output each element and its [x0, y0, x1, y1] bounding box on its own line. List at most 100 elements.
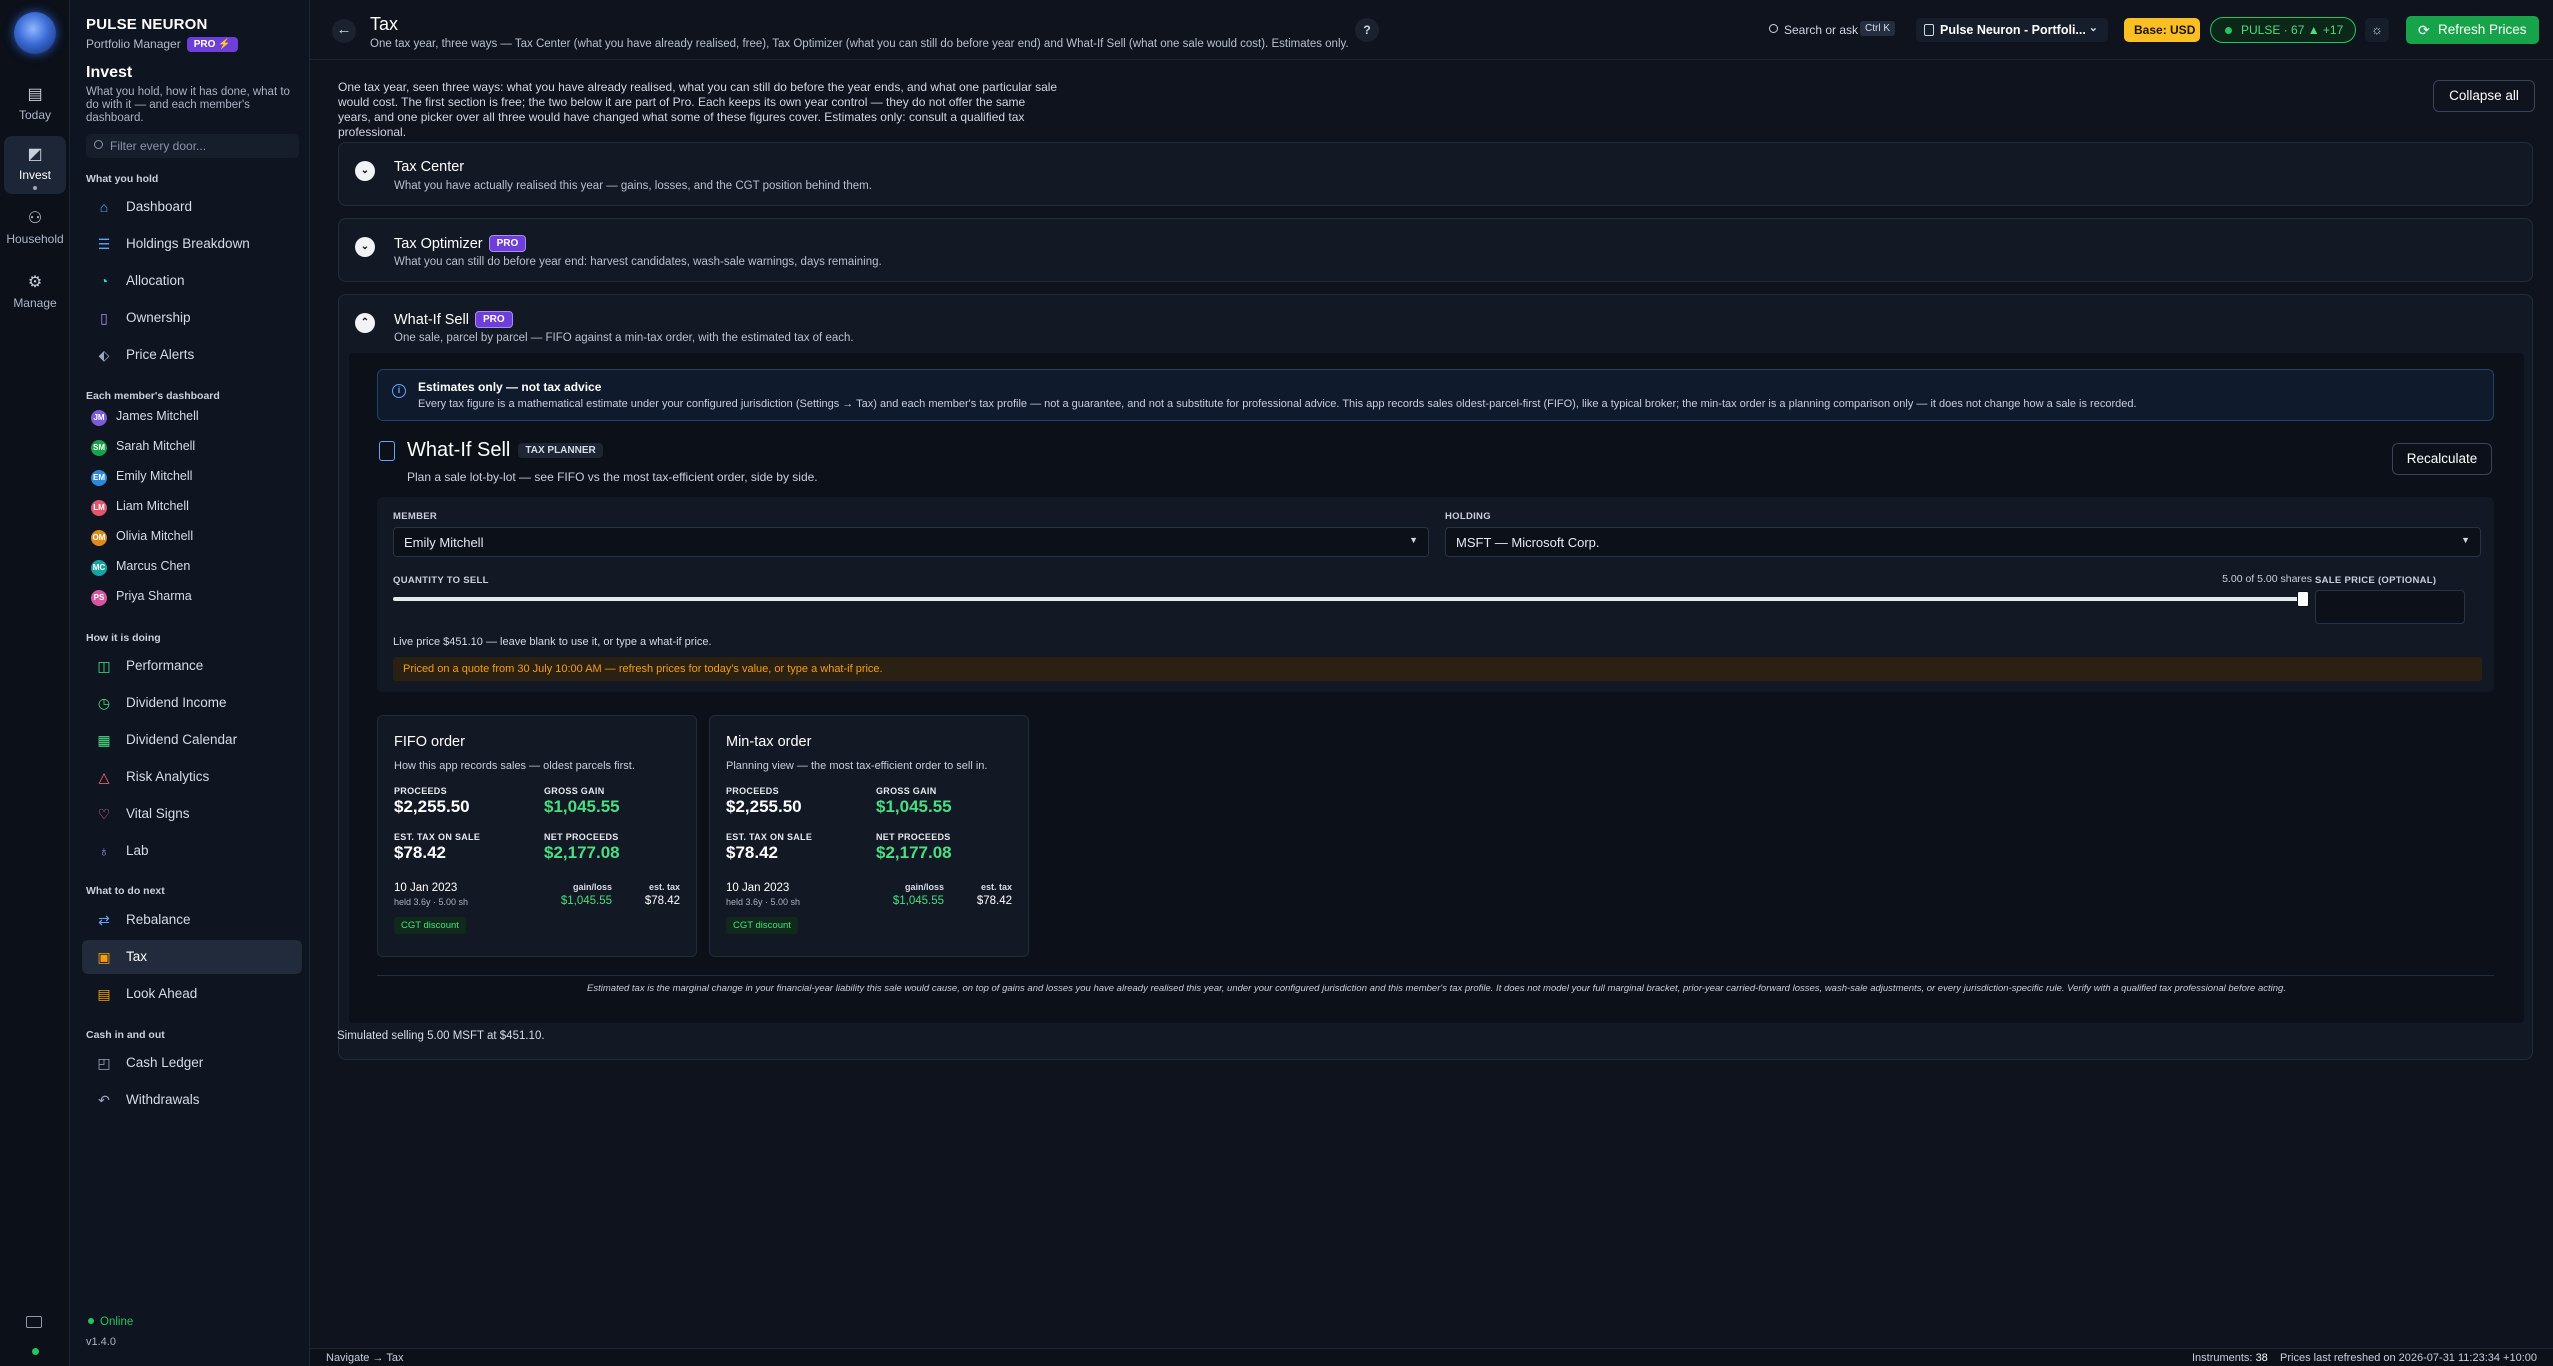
- member-priya-sharma[interactable]: PS Priya Sharma: [82, 582, 302, 612]
- quantity-slider-track[interactable]: [393, 597, 2303, 601]
- disclaimer-title: Estimates only — not tax advice: [418, 380, 602, 394]
- nav-label: Vital Signs: [126, 806, 190, 821]
- card-title: Min-tax order: [726, 734, 812, 750]
- online-dot: [88, 1318, 94, 1324]
- section-title: Tax Center: [394, 159, 465, 175]
- member-name: Olivia Mitchell: [116, 529, 194, 543]
- nav-label: Lab: [126, 843, 149, 858]
- sidebar-item-performance[interactable]: ◫ Performance: [82, 649, 302, 683]
- sidebar-item-holdings-breakdown[interactable]: ☰ Holdings Breakdown: [82, 227, 302, 261]
- member-sarah-mitchell[interactable]: SM Sarah Mitchell: [82, 432, 302, 462]
- list-icon: ☰: [97, 236, 111, 252]
- base-currency-badge[interactable]: Base: USD: [2124, 18, 2200, 42]
- help-button[interactable]: ?: [1355, 18, 1379, 42]
- online-label: Online: [100, 1316, 134, 1328]
- nav-label: Price Alerts: [126, 347, 195, 362]
- top-bar: ← Tax One tax year, three ways — Tax Cen…: [310, 0, 2553, 60]
- nav-label: Allocation: [126, 273, 185, 288]
- sidebar-item-withdrawals[interactable]: ↶ Withdrawals: [82, 1083, 302, 1117]
- info-icon: i: [392, 384, 406, 398]
- portfolio-icon: [1924, 24, 1934, 36]
- member-select[interactable]: Emily Mitchell ▼: [393, 527, 1429, 557]
- sidebar-item-tax[interactable]: ▣ Tax: [82, 940, 302, 974]
- parcel-date: 10 Jan 2023: [394, 882, 458, 894]
- pro-badge[interactable]: PRO ⚡: [186, 37, 238, 52]
- refresh-icon: ⟳: [2418, 22, 2430, 38]
- quantity-slider-thumb[interactable]: [2297, 591, 2309, 607]
- what-if-title: What-If Sell TAX PLANNER: [407, 439, 603, 462]
- member-liam-mitchell[interactable]: LM Liam Mitchell: [82, 492, 302, 522]
- chevron-down-icon[interactable]: ⌄: [355, 237, 375, 257]
- arrow-left-icon: ←: [336, 21, 352, 38]
- gross-gain-value: $1,045.55: [544, 797, 620, 816]
- sidebar-item-dividend-income[interactable]: ◷ Dividend Income: [82, 686, 302, 720]
- sidebar-item-lab[interactable]: ♁ Lab: [82, 834, 302, 868]
- brand-name: PULSE NEURON: [86, 16, 208, 33]
- search-button[interactable]: Search or ask Ctrl K: [1760, 18, 1908, 42]
- workspace-selector[interactable]: Pulse Neuron - Portfoli... ⌄: [1916, 18, 2108, 42]
- pulse-score-badge[interactable]: PULSE · 67 ▲ +17: [2210, 17, 2356, 43]
- sidebar-item-price-alerts[interactable]: ⬖ Price Alerts: [82, 338, 302, 372]
- collapse-all-button[interactable]: Collapse all: [2433, 80, 2535, 112]
- min-tax-order-card: Min-tax order Planning view — the most t…: [709, 715, 1029, 957]
- section-tax-optimizer[interactable]: ⌄ Tax Optimizer PRO What you can still do…: [338, 218, 2533, 282]
- chevron-up-icon[interactable]: ⌃: [355, 313, 375, 333]
- holding-select[interactable]: MSFT — Microsoft Corp. ▼: [1445, 527, 2481, 557]
- member-olivia-mitchell[interactable]: OM Olivia Mitchell: [82, 522, 302, 552]
- filter-input[interactable]: Filter every door...: [86, 134, 299, 158]
- chevron-down-icon[interactable]: ⌄: [355, 161, 375, 181]
- parcel-tax-label: est. tax: [648, 882, 680, 892]
- avatar: PS: [91, 590, 107, 606]
- nav-label: Cash Ledger: [126, 1055, 204, 1070]
- sidebar-item-risk-analytics[interactable]: △ Risk Analytics: [82, 760, 302, 794]
- rail-item-manage[interactable]: ⚙ Manage: [4, 264, 66, 322]
- nav-label: Dashboard: [126, 199, 193, 214]
- sale-price-input[interactable]: [2315, 590, 2465, 624]
- sidebar-item-rebalance[interactable]: ⇄ Rebalance: [82, 903, 302, 937]
- sidebar-item-look-ahead[interactable]: ▤ Look Ahead: [82, 977, 302, 1011]
- search-icon: [94, 140, 103, 149]
- sidebar-item-dashboard[interactable]: ⌂ Dashboard: [82, 190, 302, 224]
- member-marcus-chen[interactable]: MC Marcus Chen: [82, 552, 302, 582]
- status-right: Instruments: 38 Prices last refreshed on…: [2192, 1352, 2537, 1364]
- brand-subtitle-text: Portfolio Manager: [86, 37, 181, 51]
- sidebar-item-cash-ledger[interactable]: ◰ Cash Ledger: [82, 1046, 302, 1080]
- fifo-order-card: FIFO order How this app records sales — …: [377, 715, 697, 957]
- nav-label: Tax: [126, 949, 148, 964]
- rail-item-invest[interactable]: ◩ Invest: [4, 136, 66, 194]
- nav-label: Dividend Income: [126, 695, 227, 710]
- section-title: Tax Optimizer PRO: [394, 235, 527, 252]
- recalculate-button[interactable]: Recalculate: [2392, 443, 2492, 475]
- refresh-prices-button[interactable]: ⟳ Refresh Prices: [2406, 16, 2539, 44]
- member-james-mitchell[interactable]: JM James Mitchell: [82, 402, 302, 432]
- est-tax-label: EST. TAX ON SALE: [726, 832, 813, 842]
- brand-logo[interactable]: [14, 12, 56, 54]
- wallet-icon: ◰: [97, 1055, 111, 1071]
- pulse-dot: [2225, 27, 2232, 34]
- sidebar-item-ownership[interactable]: ▯ Ownership: [82, 301, 302, 335]
- rail-item-today[interactable]: ▤ Today: [4, 76, 66, 134]
- member-name: Sarah Mitchell: [116, 439, 196, 453]
- sidebar-toggle-icon[interactable]: [26, 1316, 42, 1328]
- group-members: Each member's dashboard: [86, 390, 220, 402]
- manage-icon: ⚙: [27, 274, 43, 291]
- main-content: ← Tax One tax year, three ways — Tax Cen…: [310, 0, 2553, 1366]
- bulb-icon: ♁: [98, 843, 110, 859]
- gross-gain-label: GROSS GAIN: [544, 786, 605, 796]
- workspace-name: Pulse Neuron - Portfoli...: [1940, 23, 2086, 37]
- household-icon: ⚇: [27, 210, 43, 227]
- theme-toggle-icon[interactable]: ☼: [2365, 18, 2389, 42]
- back-button[interactable]: ←: [332, 19, 356, 43]
- proceeds-value: $2,255.50: [394, 797, 470, 816]
- invest-icon: ◩: [27, 146, 43, 163]
- member-emily-mitchell[interactable]: EM Emily Mitchell: [82, 462, 302, 492]
- sidebar-item-vital-signs[interactable]: ♡ Vital Signs: [82, 797, 302, 831]
- section-tax-center[interactable]: ⌄ Tax Center What you have actually real…: [338, 142, 2533, 206]
- nav-label: Withdrawals: [126, 1092, 200, 1107]
- gain-loss-value: $1,045.55: [892, 895, 944, 907]
- sidebar-item-allocation[interactable]: ◔ Allocation: [82, 264, 302, 298]
- rail-item-label: Today: [18, 108, 52, 122]
- sidebar-item-dividend-calendar[interactable]: ▦ Dividend Calendar: [82, 723, 302, 757]
- rail-item-household[interactable]: ⚇ Household: [4, 200, 66, 258]
- page-title: Tax: [370, 14, 399, 34]
